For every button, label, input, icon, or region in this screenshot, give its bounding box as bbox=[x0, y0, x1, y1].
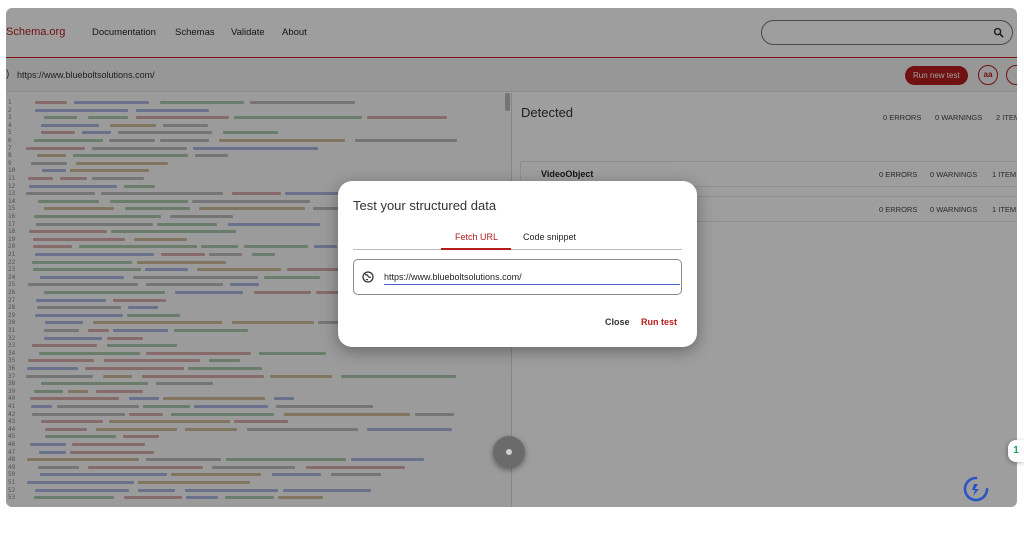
globe-icon bbox=[362, 271, 374, 283]
fab-dot-icon bbox=[506, 449, 512, 455]
tab-code-snippet[interactable]: Code snippet bbox=[523, 232, 576, 242]
floating-action-button[interactable] bbox=[493, 436, 525, 468]
loading-spinner-icon bbox=[963, 476, 989, 502]
dialog-title: Test your structured data bbox=[353, 198, 497, 213]
test-structured-data-dialog: Test your structured data Fetch URL Code… bbox=[338, 181, 697, 347]
side-badge[interactable]: 1 bbox=[1008, 440, 1024, 462]
tab-fetch-url[interactable]: Fetch URL bbox=[455, 232, 498, 242]
active-tab-indicator bbox=[441, 248, 511, 250]
url-field[interactable] bbox=[353, 259, 682, 295]
dialog-tabs: Fetch URL Code snippet bbox=[353, 228, 682, 250]
close-button[interactable]: Close bbox=[605, 317, 630, 327]
url-input[interactable] bbox=[384, 269, 680, 285]
browser-page: Schema.org Documentation Schemas Validat… bbox=[6, 8, 1017, 507]
run-test-button[interactable]: Run test bbox=[641, 317, 677, 327]
